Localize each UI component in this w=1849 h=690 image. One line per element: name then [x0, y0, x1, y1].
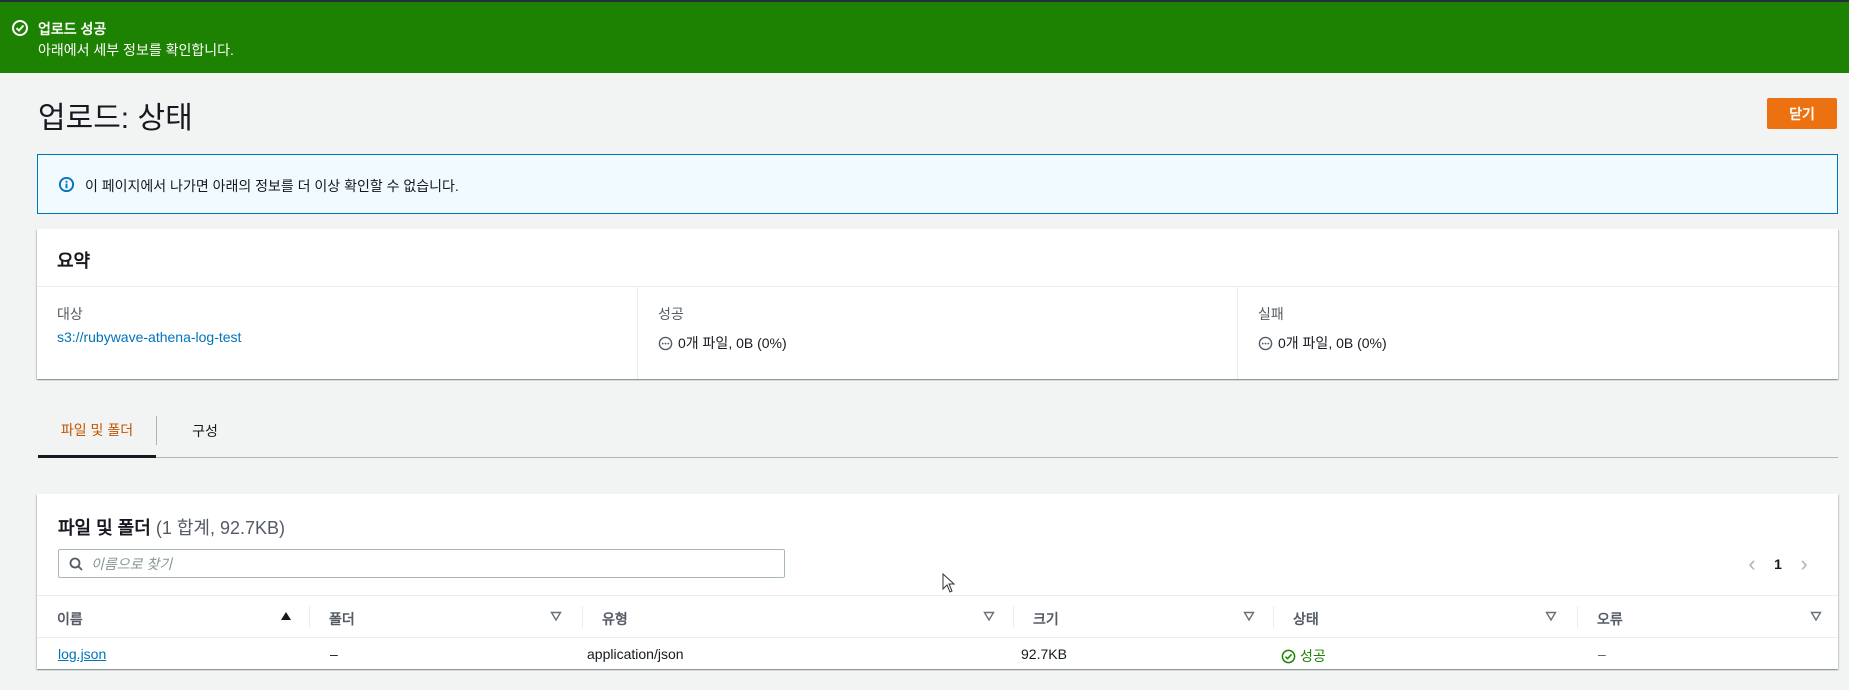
- summary-failure: 실패 0개 파일, 0B (0%): [1237, 287, 1838, 379]
- file-type: application/json: [587, 646, 684, 662]
- tab-bar: 파일 및 폴더 구성: [38, 405, 1838, 458]
- search-icon: [69, 557, 83, 571]
- pending-icon: [1258, 336, 1273, 350]
- failure-label: 실패: [1258, 306, 1284, 322]
- files-count: (1 합계, 92.7KB): [155, 518, 285, 538]
- check-circle-icon: [1281, 649, 1296, 663]
- summary-destination: 대상 s3://rubywave-athena-log-test: [37, 287, 637, 379]
- file-error: –: [1598, 646, 1606, 662]
- info-alert: 이 페이지에서 나가면 아래의 정보를 더 이상 확인할 수 없습니다.: [37, 154, 1838, 214]
- file-folder: –: [330, 646, 338, 662]
- info-message: 이 페이지에서 나가면 아래의 정보를 더 이상 확인할 수 없습니다.: [85, 178, 459, 194]
- summary-panel: 요약 대상 s3://rubywave-athena-log-test 성공 0…: [37, 229, 1838, 379]
- sort-icon: [550, 611, 562, 622]
- info-icon: [58, 176, 75, 193]
- destination-label: 대상: [57, 306, 83, 322]
- success-value-text: 0개 파일, 0B (0%): [678, 335, 787, 351]
- chevron-left-icon[interactable]: ‹: [1740, 551, 1764, 576]
- sort-icon: [1243, 611, 1255, 622]
- files-panel: 파일 및 폴더 (1 합계, 92.7KB) ‹ 1 › 이름 폴더 유형 크기: [37, 494, 1838, 669]
- sort-icon: [1545, 611, 1557, 622]
- search-input[interactable]: [91, 553, 771, 574]
- tab-files-and-folders[interactable]: 파일 및 폴더: [38, 405, 156, 458]
- file-name-link[interactable]: log.json: [58, 646, 106, 662]
- tab-configuration[interactable]: 구성: [158, 405, 252, 457]
- sort-ascending-icon: [281, 612, 291, 620]
- column-header-name[interactable]: 이름: [37, 596, 309, 638]
- table-row: log.json – application/json 92.7KB 성공 –: [37, 638, 1838, 669]
- page-title: 업로드: 상태: [38, 102, 193, 135]
- summary-title: 요약: [57, 251, 91, 271]
- column-header-size[interactable]: 크기: [1013, 596, 1273, 638]
- sort-icon: [1810, 611, 1822, 622]
- summary-success: 성공 0개 파일, 0B (0%): [637, 287, 1237, 379]
- banner-subtitle: 아래에서 세부 정보를 확인합니다.: [38, 42, 234, 58]
- pagination: ‹ 1 ›: [1740, 551, 1816, 576]
- success-notification-banner: 업로드 성공 아래에서 세부 정보를 확인합니다.: [0, 0, 1849, 73]
- tab-divider: [156, 416, 157, 445]
- mouse-pointer-icon: [942, 573, 956, 593]
- column-header-type[interactable]: 유형: [582, 596, 1013, 638]
- sort-icon: [983, 611, 995, 622]
- file-size: 92.7KB: [1021, 646, 1067, 662]
- column-header-error[interactable]: 오류: [1577, 596, 1838, 638]
- close-button[interactable]: 닫기: [1767, 98, 1837, 129]
- column-header-folder[interactable]: 폴더: [309, 596, 582, 638]
- file-status: 성공: [1281, 646, 1326, 666]
- success-value: 0개 파일, 0B (0%): [658, 333, 787, 353]
- summary-header: 요약: [37, 229, 1838, 287]
- files-title-text: 파일 및 폴더: [58, 518, 151, 538]
- table-header: 이름 폴더 유형 크기 상태 오류: [37, 595, 1838, 638]
- file-status-text: 성공: [1300, 648, 1326, 664]
- banner-title: 업로드 성공: [38, 21, 107, 37]
- destination-link[interactable]: s3://rubywave-athena-log-test: [57, 329, 241, 345]
- pending-icon: [658, 336, 673, 350]
- failure-value-text: 0개 파일, 0B (0%): [1278, 335, 1387, 351]
- page-number[interactable]: 1: [1764, 556, 1792, 572]
- failure-value: 0개 파일, 0B (0%): [1258, 333, 1387, 353]
- files-title: 파일 및 폴더 (1 합계, 92.7KB): [58, 514, 285, 540]
- chevron-right-icon[interactable]: ›: [1792, 551, 1816, 576]
- success-label: 성공: [658, 306, 684, 322]
- column-header-status[interactable]: 상태: [1273, 596, 1577, 638]
- check-circle-icon: [12, 20, 28, 36]
- search-box[interactable]: [58, 549, 785, 578]
